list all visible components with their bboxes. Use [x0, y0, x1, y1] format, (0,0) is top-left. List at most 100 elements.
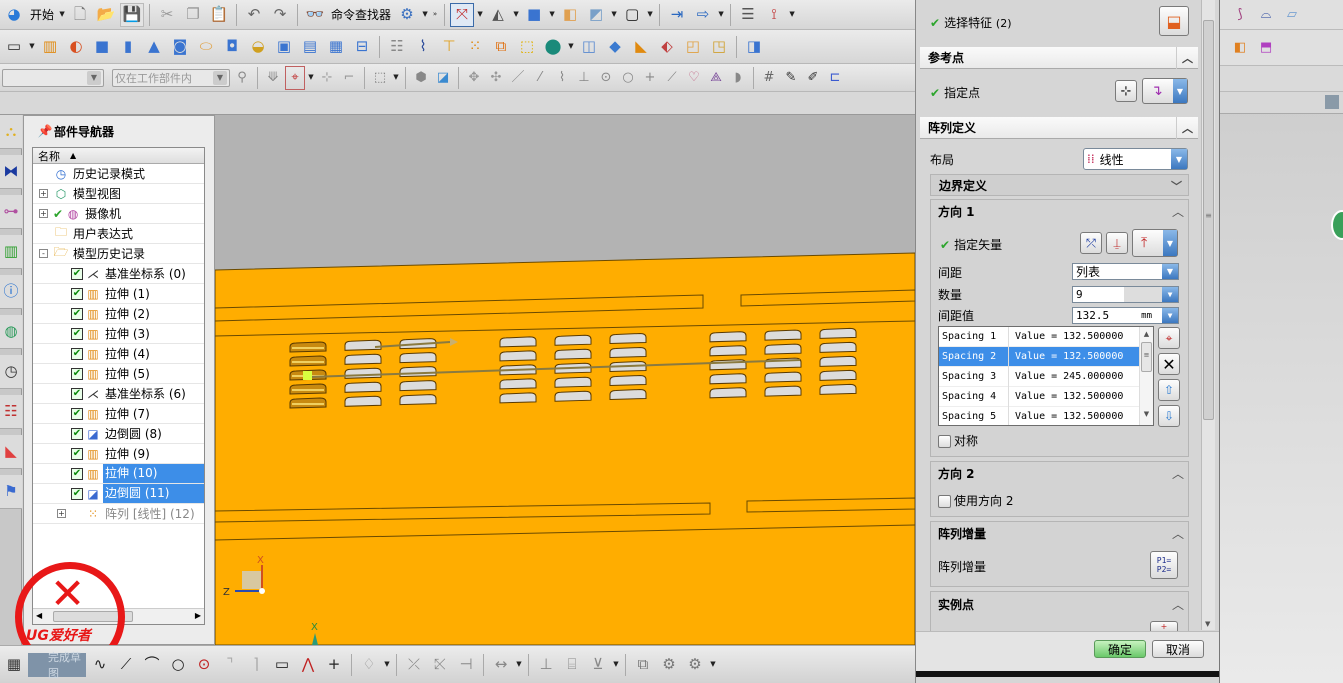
- new-file-icon[interactable]: 🗋: [68, 3, 92, 27]
- boundary-definition-header[interactable]: 边界定义 ﹀: [930, 174, 1189, 196]
- copy-icon[interactable]: ❐: [181, 3, 205, 27]
- fit-view-icon[interactable]: ⤧: [450, 2, 475, 27]
- body-select-icon[interactable]: ⌐: [339, 66, 359, 90]
- scale-icon[interactable]: ⬚: [515, 35, 539, 59]
- point-type-select[interactable]: ↴ ▼: [1142, 78, 1188, 104]
- binoculars-icon[interactable]: 👓: [303, 3, 327, 27]
- thread-icon[interactable]: ☷: [385, 35, 409, 59]
- shaded-cube-icon[interactable]: ◪: [433, 66, 453, 90]
- section-folder-icon[interactable]: ◧: [558, 3, 582, 27]
- command-finder-button[interactable]: 命令查找器: [329, 6, 393, 23]
- collapse-icon[interactable]: ︿: [1172, 525, 1184, 542]
- constraint-nav-icon[interactable]: ⧓: [0, 155, 22, 189]
- redo-icon[interactable]: ↷: [268, 3, 292, 27]
- start-menu-button[interactable]: 开始: [28, 6, 56, 23]
- center-icon[interactable]: ⌇: [552, 66, 572, 90]
- visibility-checkbox[interactable]: ✔: [71, 447, 83, 460]
- reference-point-section-header[interactable]: 参考点 ︿: [920, 47, 1198, 69]
- split-face-icon[interactable]: ◆: [603, 35, 627, 59]
- expand-node-icon[interactable]: +: [57, 509, 66, 518]
- tree-item[interactable]: ✔ ▥ 拉伸 (10): [33, 464, 204, 484]
- visibility-checkbox[interactable]: ✔: [71, 267, 83, 280]
- point-icon[interactable]: ⊙: [192, 653, 216, 677]
- studio-spline-icon[interactable]: ∿: [88, 653, 112, 677]
- groove-icon[interactable]: ▤: [298, 35, 322, 59]
- cone-icon[interactable]: ▲: [142, 35, 166, 59]
- select-feature-button[interactable]: ⬓: [1159, 6, 1189, 36]
- move-layer-icon[interactable]: ⇥: [665, 3, 689, 27]
- tree-item[interactable]: ✔ ▥ 拉伸 (7): [33, 404, 204, 424]
- type-filter-select[interactable]: ▼: [2, 68, 104, 87]
- tree-item[interactable]: - 🗁 模型历史记录: [33, 244, 204, 264]
- ok-button[interactable]: 确定: [1094, 640, 1146, 658]
- save-icon[interactable]: 💾: [120, 2, 145, 27]
- use-direction2-checkbox[interactable]: [938, 495, 951, 508]
- visibility-checkbox[interactable]: ✔: [71, 287, 83, 300]
- unite-icon[interactable]: ⬤: [541, 35, 565, 59]
- chamfer-icon[interactable]: ◨: [742, 35, 766, 59]
- pattern-definition-section-header[interactable]: 阵列定义 ︿: [920, 117, 1198, 139]
- thread-icon[interactable]: ⊟: [350, 35, 374, 59]
- convert-reference-icon[interactable]: ⧉: [631, 653, 655, 677]
- dropdown-icon[interactable]: ▼: [567, 35, 575, 59]
- tree-item[interactable]: ✔ ▥ 拉伸 (1): [33, 284, 204, 304]
- start-icon[interactable]: ◕: [2, 3, 26, 27]
- spacing-type-select[interactable]: 列表 ▼: [1072, 263, 1179, 280]
- surface-icon[interactable]: ◗: [728, 66, 748, 90]
- start-dropdown-icon[interactable]: ▼: [58, 3, 66, 27]
- options-dropdown-icon[interactable]: ▼: [1162, 287, 1178, 302]
- layer-icon[interactable]: ⊏: [825, 66, 845, 90]
- bounded-plane-icon[interactable]: ⟁: [706, 66, 726, 90]
- vertical-scrollbar[interactable]: ▲ ≡ ▼: [1139, 327, 1153, 425]
- view-icon[interactable]: [1325, 95, 1339, 109]
- grid-icon[interactable]: #: [759, 66, 779, 90]
- spacing-list-item[interactable]: Spacing 1 Value = 132.500000: [939, 327, 1139, 347]
- quick-extend-icon[interactable]: ⤪: [428, 653, 452, 677]
- plus-icon[interactable]: +: [640, 66, 660, 90]
- trim-body-icon[interactable]: ◫: [577, 35, 601, 59]
- revolve-icon[interactable]: ◐: [64, 35, 88, 59]
- snap-settings-icon[interactable]: ⚲: [232, 66, 252, 90]
- tree-item[interactable]: ✔ ⋌ 基准坐标系 (6): [33, 384, 204, 404]
- expand-icon[interactable]: ﹀: [1171, 178, 1182, 194]
- show-icon[interactable]: ✐: [803, 66, 823, 90]
- web-browser-icon[interactable]: ◍: [0, 315, 22, 349]
- move-down-button[interactable]: ⇩: [1158, 405, 1180, 427]
- offset-face-icon[interactable]: ⬖: [655, 35, 679, 59]
- model-view[interactable]: X Z X: [215, 115, 915, 645]
- paste-icon[interactable]: 📋: [207, 3, 231, 27]
- plus-icon[interactable]: +: [322, 653, 346, 677]
- use-direction2-row[interactable]: 使用方向 2: [938, 492, 1013, 509]
- system-materials-icon[interactable]: ☷: [0, 395, 22, 429]
- scroll-down-icon[interactable]: ▼: [1140, 410, 1153, 418]
- face-icon[interactable]: ♡: [684, 66, 704, 90]
- corner-icon[interactable]: ⊣: [454, 653, 478, 677]
- spacing-list-item[interactable]: Spacing 2 Value = 132.500000: [939, 346, 1139, 367]
- box-icon[interactable]: ▱: [1282, 3, 1302, 27]
- feature-select-icon[interactable]: ⊹: [317, 66, 337, 90]
- collapse-node-icon[interactable]: -: [39, 249, 48, 258]
- scroll-up-icon[interactable]: ▲: [1140, 330, 1153, 338]
- render-style-icon[interactable]: ◭: [486, 3, 510, 27]
- palette-icon[interactable]: ◣: [0, 435, 22, 469]
- line-icon[interactable]: ⟋: [114, 653, 138, 677]
- shaded-cube-icon[interactable]: ■: [522, 3, 546, 27]
- dropdown-icon[interactable]: ▼: [307, 66, 315, 90]
- chamfer-icon[interactable]: ⌉: [244, 653, 268, 677]
- point-snap-icon[interactable]: ⬢: [411, 66, 431, 90]
- remove-spacing-button[interactable]: ✕: [1158, 353, 1180, 375]
- symmetric-checkbox-row[interactable]: 对称: [938, 432, 978, 449]
- undo-icon[interactable]: ↶: [242, 3, 266, 27]
- dropdown-icon[interactable]: ▼: [421, 3, 429, 27]
- select-box-icon[interactable]: ⬚: [370, 66, 390, 90]
- move-up-button[interactable]: ⇧: [1158, 379, 1180, 401]
- collapse-icon[interactable]: ︿: [1176, 47, 1198, 69]
- tree-item[interactable]: ✔ ◪ 边倒圆 (8): [33, 424, 204, 444]
- rectangle-icon[interactable]: ▭: [270, 653, 294, 677]
- dropdown-icon[interactable]: ▼: [548, 3, 556, 27]
- collapse-icon[interactable]: ︿: [1172, 203, 1184, 220]
- tree-item[interactable]: + ⬡ 模型视图: [33, 184, 204, 204]
- graphics-viewport[interactable]: X Z X: [215, 115, 915, 645]
- wcs-icon[interactable]: ⟟: [762, 3, 786, 27]
- spacing-list-item[interactable]: Spacing 3 Value = 245.000000: [939, 366, 1139, 387]
